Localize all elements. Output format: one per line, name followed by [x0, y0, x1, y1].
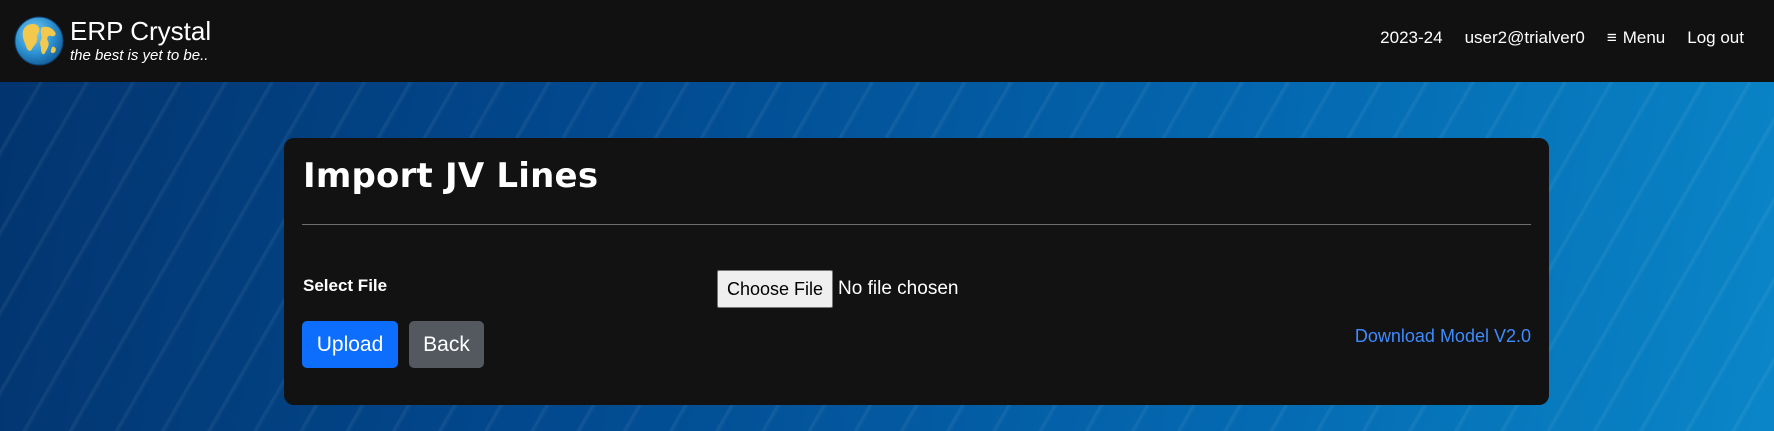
top-navbar: ERP Crystal the best is yet to be.. 2023… — [0, 0, 1774, 82]
menu-label: Menu — [1622, 28, 1666, 47]
divider — [302, 224, 1531, 225]
user-account[interactable]: user2@trialver0 — [1465, 28, 1585, 48]
menu-toggle[interactable]: ≡ Menu — [1607, 28, 1665, 48]
download-model-link[interactable]: Download Model V2.0 — [1355, 326, 1531, 347]
brand-tagline: the best is yet to be.. — [70, 46, 209, 64]
import-card: Import JV Lines Select File Choose File … — [284, 138, 1549, 405]
brand-logo-link[interactable]: ERP Crystal the best is yet to be.. — [14, 16, 211, 66]
globe-icon — [14, 16, 64, 66]
select-file-label: Select File — [303, 276, 388, 295]
brand-name: ERP Crystal — [70, 15, 212, 46]
back-button[interactable]: Back — [409, 321, 484, 368]
page-title: Import JV Lines — [303, 156, 599, 196]
file-input[interactable]: Choose File No file chosen — [717, 270, 958, 308]
hamburger-icon: ≡ — [1606, 28, 1617, 47]
file-status: No file chosen — [838, 278, 959, 299]
logout-link[interactable]: Log out — [1687, 28, 1744, 48]
choose-file-button[interactable]: Choose File — [717, 270, 834, 308]
navbar-right: 2023-24 user2@trialver0 ≡ Menu Log out — [1358, 28, 1744, 48]
upload-button[interactable]: Upload — [302, 321, 398, 368]
fiscal-year[interactable]: 2023-24 — [1380, 28, 1442, 48]
